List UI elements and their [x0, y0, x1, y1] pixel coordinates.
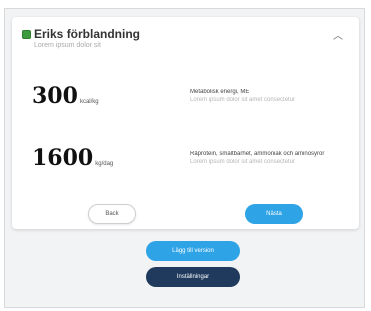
mix-card: Eriks förblandning Lorem ipsum dolor sit…	[12, 17, 359, 229]
row-value: 1600 kg/dag	[32, 145, 113, 171]
value-number: 300	[32, 83, 78, 109]
add-version-button[interactable]: Lägg till version	[146, 241, 240, 261]
row-label: Metabolisk energi, ME	[190, 89, 250, 95]
row-label: Råprotein, smältbarhet, ammoniak och ami…	[190, 151, 325, 157]
card-title: Eriks förblandning	[34, 27, 141, 41]
back-button[interactable]: Back	[88, 204, 136, 224]
status-icon	[22, 30, 31, 39]
value-unit: kg/dag	[95, 161, 114, 167]
value-number: 1600	[32, 145, 94, 171]
card-header: Eriks förblandning Lorem ipsum dolor sit…	[22, 27, 349, 55]
row-description: Råprotein, smältbarhet, ammoniak och ami…	[190, 151, 360, 165]
value-unit: kcal/kg	[79, 99, 99, 105]
nutrient-row: 1600 kg/dag Råprotein, smältbarhet, ammon…	[32, 145, 347, 185]
next-button[interactable]: Nästa	[245, 204, 303, 224]
row-value: 300 kcal/kg	[32, 83, 99, 109]
nutrient-row: 300 kcal/kg Metabolisk energi, ME Lorem i…	[32, 83, 347, 123]
card-subtitle: Lorem ipsum dolor sit	[34, 42, 101, 49]
app-frame: Eriks förblandning Lorem ipsum dolor sit…	[4, 8, 365, 308]
chevron-up-icon[interactable]: ︿	[331, 30, 345, 44]
row-description: Metabolisk energi, ME Lorem ipsum dolor …	[190, 89, 360, 103]
row-note: Lorem ipsum dolor sit amet consectetur	[190, 97, 296, 103]
settings-button[interactable]: Inställningar	[146, 267, 240, 287]
row-note: Lorem ipsum dolor sit amet consectetur	[190, 159, 296, 165]
